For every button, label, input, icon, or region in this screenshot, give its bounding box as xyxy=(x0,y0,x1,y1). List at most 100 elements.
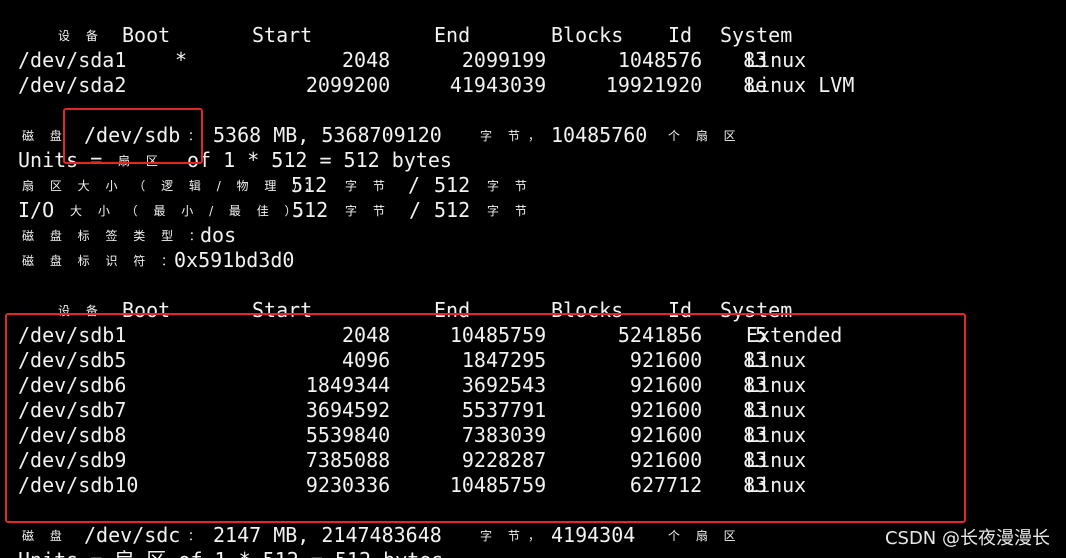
cell-start: 1849344 xyxy=(305,373,391,397)
cell-system: Extended xyxy=(746,323,843,347)
cell-start: 3694592 xyxy=(305,398,391,422)
cell-system: Linux xyxy=(746,398,807,422)
col-system-header: System xyxy=(720,23,793,47)
cell-blocks: 921600 xyxy=(629,448,703,472)
cell-device: /dev/sdb9 xyxy=(18,448,127,472)
units-sector: 扇 区 xyxy=(118,154,164,168)
disk-size: 2147 MB, 2147483648 xyxy=(213,523,442,547)
cell-end: 3692543 xyxy=(461,373,547,397)
cell-end: 9228287 xyxy=(461,448,547,472)
cell-blocks: 1048576 xyxy=(617,48,703,72)
units-prefix: Units = xyxy=(18,148,103,172)
cell-device: /dev/sda1 xyxy=(18,48,127,72)
cell-blocks: 5241856 xyxy=(617,323,703,347)
units-rest: of 1 * 512 = 512 bytes xyxy=(187,148,452,172)
cell-blocks: 627712 xyxy=(629,473,703,497)
cell-start: 7385088 xyxy=(305,448,391,472)
table-row: /dev/sdb1 2048 10485759 5241856 5 Extend… xyxy=(18,323,842,348)
label-type-value: dos xyxy=(200,223,237,247)
io-sep: / xyxy=(409,198,422,222)
terminal-output[interactable]: 设 备 Boot Start End Blocks Id System /dev… xyxy=(0,0,1066,558)
cell-end: 1847295 xyxy=(461,348,547,372)
units-line: Units = 扇 区 of 1 * 512 = 512 bytes xyxy=(18,148,452,173)
sector-size-line: 扇 区 大 小 （ 逻 辑 / 物 理 ）： 512 字 节 / 512 字 节 xyxy=(18,173,527,198)
cell-system: Linux LVM xyxy=(746,73,855,97)
sectors-word: 个 扇 区 xyxy=(668,129,742,143)
sector-count: 4194304 xyxy=(551,523,636,547)
cell-blocks: 921600 xyxy=(629,348,703,372)
cell-device: /dev/sda2 xyxy=(18,73,127,97)
col-id-header: Id xyxy=(668,23,693,47)
io-optimal: 512 xyxy=(434,198,471,222)
identifier-value: 0x591bd3d0 xyxy=(174,248,295,272)
bytes-word: 字 节 xyxy=(345,179,391,193)
sector-size-logical: 512 xyxy=(291,173,328,197)
cell-device: /dev/sdb10 xyxy=(18,473,139,497)
table-row: /dev/sdb8 5539840 7383039 921600 83 Linu… xyxy=(18,423,806,448)
partition-table-header: 设 备 Boot Start End Blocks Id System xyxy=(18,23,792,48)
cell-start: 4096 xyxy=(342,348,391,372)
bytes-word: 字 节 xyxy=(487,204,533,218)
col-boot-header: Boot xyxy=(122,298,171,322)
col-blocks-header: Blocks xyxy=(551,298,624,322)
sector-size-physical: 512 xyxy=(434,173,471,197)
comma: ， xyxy=(528,529,547,543)
cell-end: 41943039 xyxy=(449,73,547,97)
cell-system: Linux xyxy=(746,373,807,397)
disk-summary-line: 磁 盘 /dev/sdb ： 5368 MB, 5368709120 字 节 ，… xyxy=(18,123,736,148)
cell-system: Linux xyxy=(746,473,807,497)
comma: ， xyxy=(528,129,547,143)
disk-label: 磁 盘 xyxy=(22,129,68,143)
cell-device: /dev/sdb6 xyxy=(18,373,127,397)
col-boot-header: Boot xyxy=(122,23,171,47)
col-start-header: Start xyxy=(252,298,313,322)
cell-end: 2099199 xyxy=(461,48,547,72)
table-row: /dev/sdb7 3694592 5537791 921600 83 Linu… xyxy=(18,398,806,423)
cell-blocks: 921600 xyxy=(629,373,703,397)
cell-start: 9230336 xyxy=(305,473,391,497)
table-row: /dev/sdb6 1849344 3692543 921600 83 Linu… xyxy=(18,373,806,398)
io-size-line: I/O 大 小 （ 最 小 / 最 佳 ）： 512 字 节 / 512 字 节 xyxy=(18,198,527,223)
colon: ： xyxy=(188,529,207,543)
colon: ： xyxy=(188,129,207,143)
disk-summary-line: 磁 盘 /dev/sdc ： 2147 MB, 2147483648 字 节 ，… xyxy=(18,523,736,548)
sectors-word: 个 扇 区 xyxy=(668,529,742,543)
table-row: /dev/sda2 2099200 41943039 19921920 8e L… xyxy=(18,73,854,98)
disk-label: 磁 盘 xyxy=(22,529,68,543)
col-end-header: End xyxy=(434,298,471,322)
io-label: 大 小 （ 最 小 / 最 佳 ）： xyxy=(70,204,315,218)
bytes-word: 字 节 xyxy=(487,179,533,193)
col-device-header: 设 备 xyxy=(58,304,104,318)
cell-device: /dev/sdb5 xyxy=(18,348,127,372)
col-start-header: Start xyxy=(252,23,313,47)
col-system-header: System xyxy=(720,298,793,322)
cell-system: Linux xyxy=(746,423,807,447)
cell-blocks: 921600 xyxy=(629,398,703,422)
cell-start: 5539840 xyxy=(305,423,391,447)
units-line-partial: Units = 扇 区 of 1 * 512 = 512 bytes xyxy=(18,548,443,558)
sector-size-label: 扇 区 大 小 （ 逻 辑 / 物 理 ）： xyxy=(22,179,323,193)
disk-size: 5368 MB, 5368709120 xyxy=(213,123,442,147)
cell-boot: * xyxy=(175,48,188,72)
disk-name: /dev/sdc xyxy=(84,523,181,547)
cell-end: 10485759 xyxy=(449,473,547,497)
col-id-header: Id xyxy=(668,298,693,322)
label-type-line: 磁 盘 标 签 类 型 ： dos xyxy=(18,223,236,248)
table-row: /dev/sda1 * 2048 2099199 1048576 83 Linu… xyxy=(18,48,806,73)
io-prefix: I/O xyxy=(18,198,55,222)
identifier-line: 磁 盘 标 识 符 ： 0x591bd3d0 xyxy=(18,248,294,273)
sector-size-sep: / xyxy=(408,173,421,197)
table-row: /dev/sdb9 7385088 9228287 921600 83 Linu… xyxy=(18,448,806,473)
cell-device: /dev/sdb1 xyxy=(18,323,127,347)
cell-start: 2048 xyxy=(342,48,391,72)
cell-end: 7383039 xyxy=(461,423,547,447)
cell-blocks: 921600 xyxy=(629,423,703,447)
partition-table-header: 设 备 Boot Start End Blocks Id System xyxy=(18,298,792,323)
units-text: Units = 扇 区 of 1 * 512 = 512 bytes xyxy=(18,548,443,558)
bytes-word: 字 节 xyxy=(480,129,526,143)
sector-count: 10485760 xyxy=(551,123,648,147)
col-end-header: End xyxy=(434,23,471,47)
cell-device: /dev/sdb8 xyxy=(18,423,127,447)
io-min: 512 xyxy=(292,198,329,222)
table-row: /dev/sdb10 9230336 10485759 627712 83 Li… xyxy=(18,473,806,498)
